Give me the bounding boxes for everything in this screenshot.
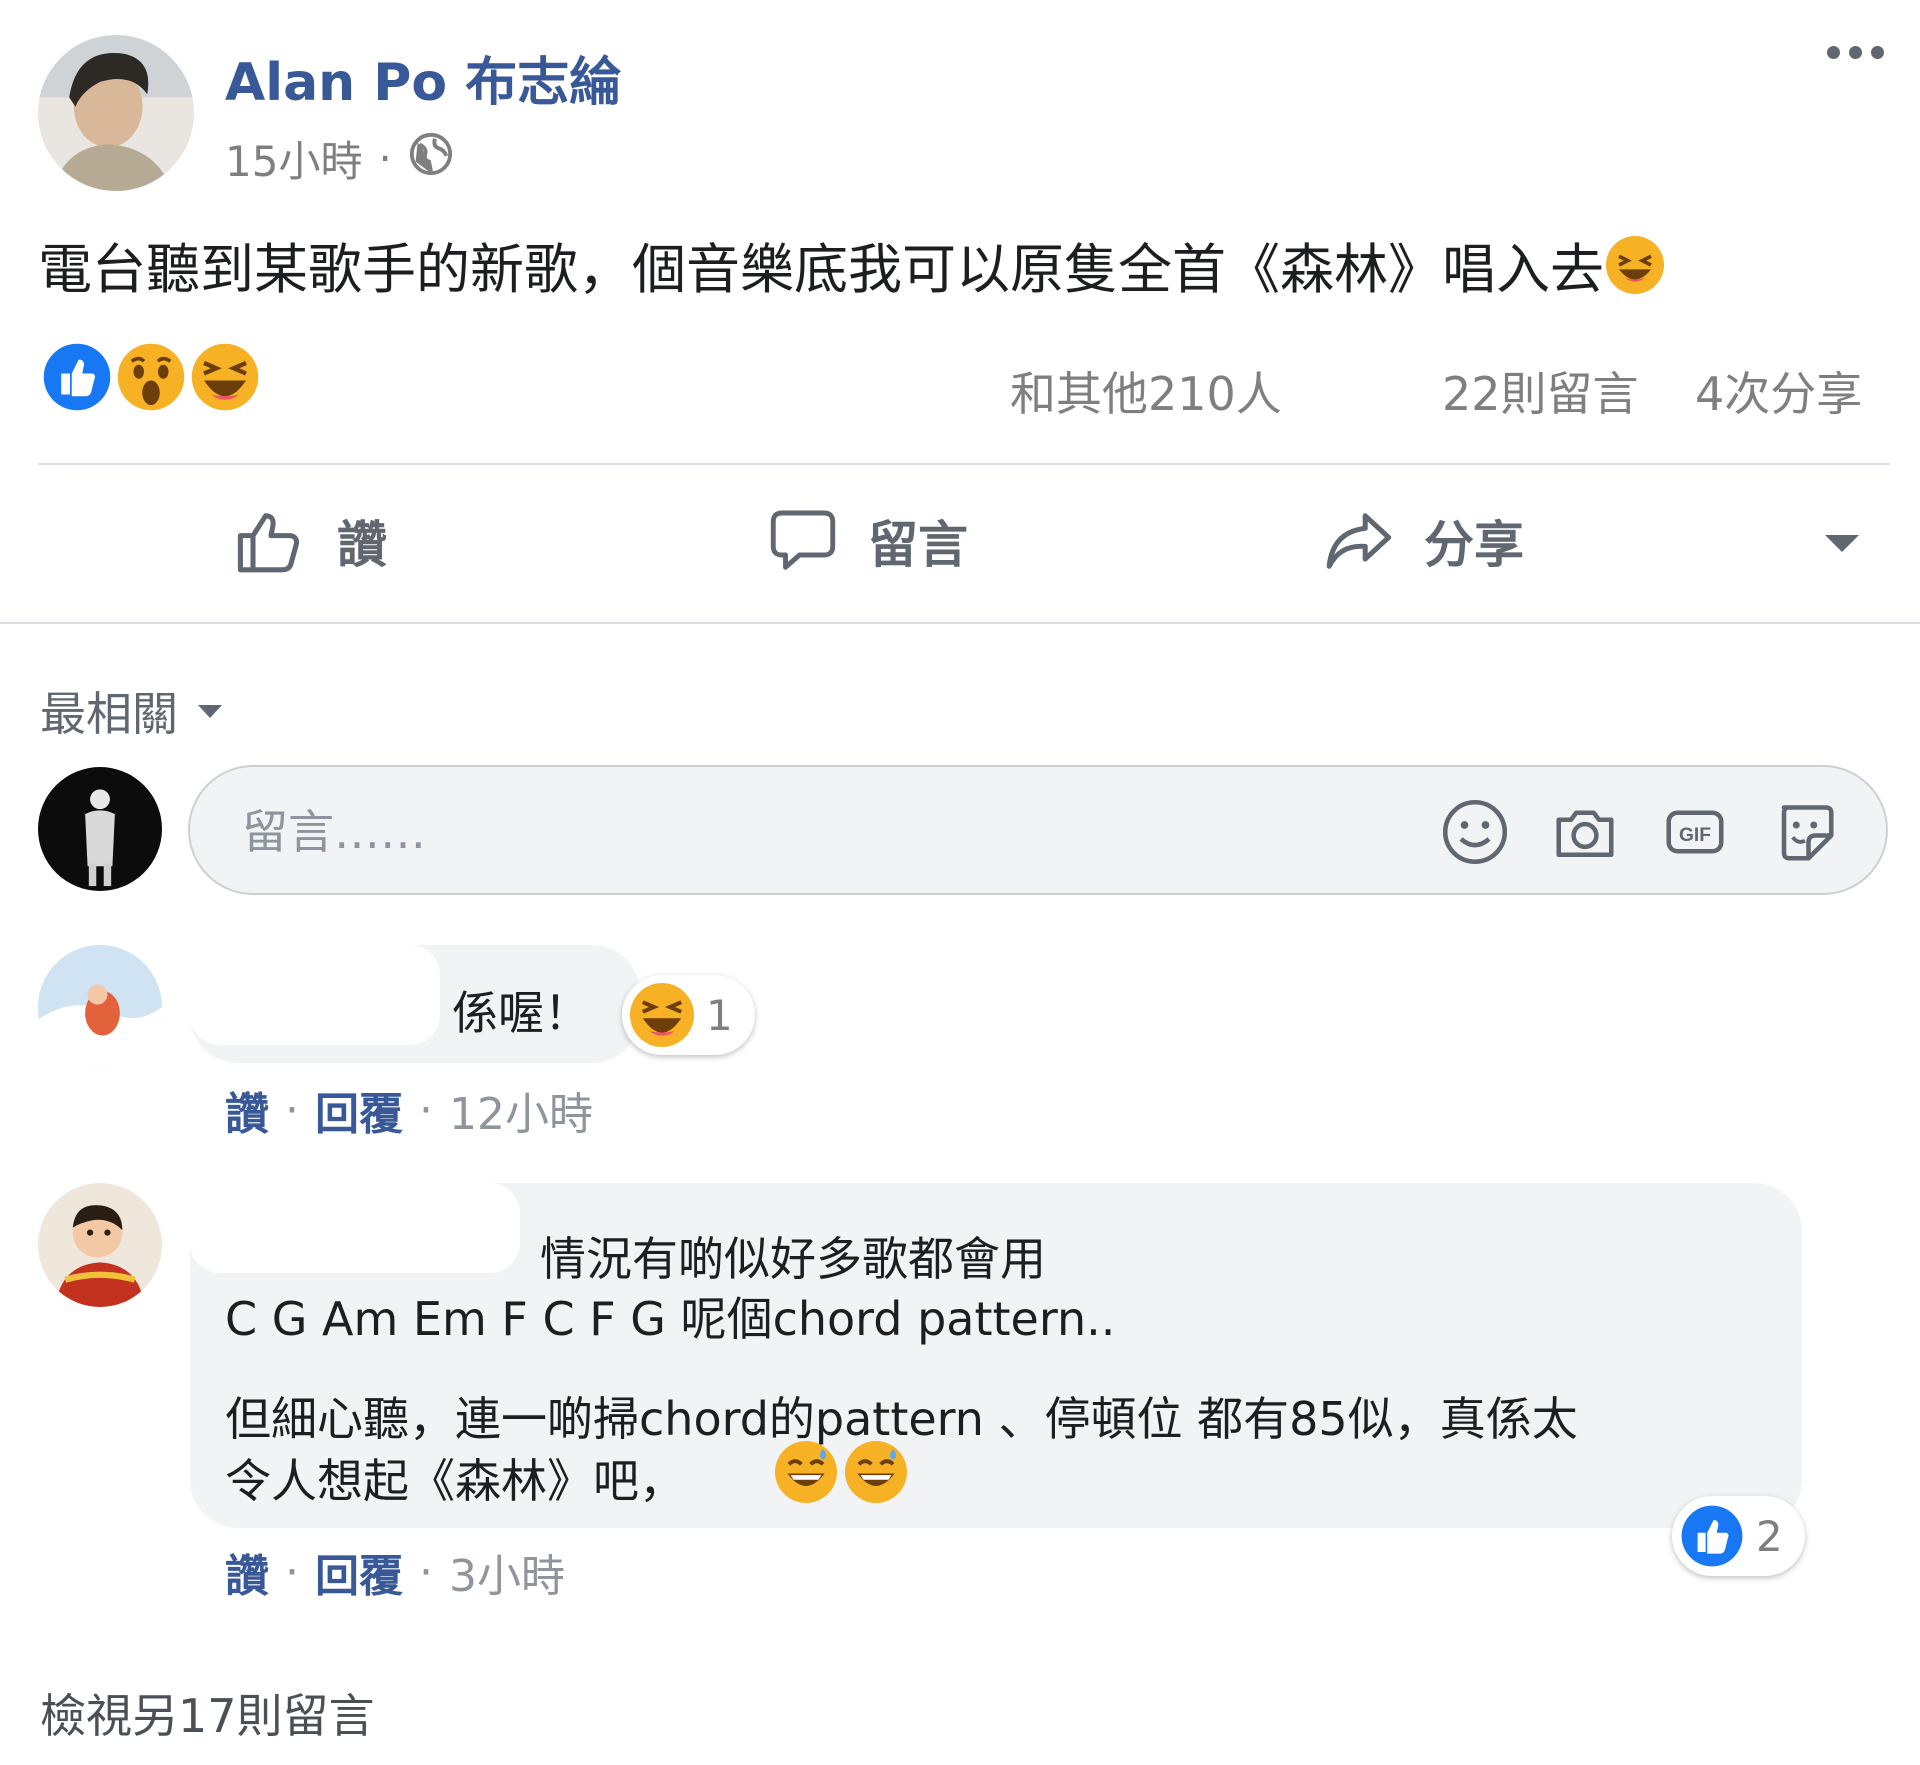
comment-composer[interactable]: GIF <box>188 765 1888 895</box>
gif-icon[interactable]: GIF <box>1660 797 1730 867</box>
like-reaction-icon <box>1680 1504 1744 1568</box>
comment-time[interactable]: 3小時 <box>449 1540 565 1604</box>
comment-like-link[interactable]: 讚 <box>225 1078 269 1142</box>
haha-reaction-icon <box>630 983 694 1047</box>
comment-button[interactable]: 留言 <box>768 505 968 577</box>
comment-text-line: C G Am Em F C F G 呢個chord pattern.. <box>225 1292 1116 1346</box>
share-arrow-icon <box>1326 513 1392 569</box>
reaction-count: 1 <box>706 990 733 1040</box>
camera-icon[interactable] <box>1550 797 1620 867</box>
grinning-sweat-emoji <box>775 1441 837 1503</box>
comment-actions: 讚 · 回覆 · 3小時 <box>225 1540 565 1604</box>
comments-count[interactable]: 22則留言 <box>1442 358 1639 424</box>
comment-text: 係喔！ <box>452 986 590 1040</box>
comment-reply-link[interactable]: 回覆 <box>315 1078 403 1142</box>
comment-bubble: 係喔！ <box>190 945 640 1063</box>
comment-actions: 讚 · 回覆 · 12小時 <box>225 1078 593 1142</box>
more-dot <box>1849 46 1862 59</box>
commenter-avatar[interactable] <box>38 945 162 1069</box>
redacted-commenter-name <box>190 1183 520 1273</box>
svg-text:GIF: GIF <box>1679 825 1711 846</box>
redacted-commenter-name <box>190 945 440 1045</box>
sticker-icon[interactable] <box>1770 797 1840 867</box>
comment-reply-link[interactable]: 回覆 <box>315 1540 403 1604</box>
view-more-comments-link[interactable]: 檢視另17則留言 <box>40 1680 375 1746</box>
reaction-count: 2 <box>1756 1511 1783 1561</box>
separator: · <box>285 1084 299 1136</box>
grinning-sweat-emoji <box>845 1441 907 1503</box>
commenter-avatar[interactable] <box>38 1183 162 1307</box>
comment-label: 留言 <box>868 516 968 574</box>
comment-like-link[interactable]: 讚 <box>225 1540 269 1604</box>
comment-time[interactable]: 12小時 <box>449 1078 593 1142</box>
post-text-row: 電台聽到某歌手的新歌，個音樂底我可以原隻全首《森林》唱入去 <box>38 225 1664 304</box>
share-label: 分享 <box>1424 516 1524 574</box>
current-user-avatar[interactable] <box>38 767 162 891</box>
more-dot <box>1871 46 1884 59</box>
emoji-icon[interactable] <box>1440 797 1510 867</box>
author-name[interactable]: Alan Po 布志綸 <box>225 40 621 115</box>
post-meta: 15小時 · <box>225 128 454 189</box>
actions-divider <box>0 622 1920 624</box>
reactions-count[interactable]: 和其他210人 <box>1010 358 1282 424</box>
comment-reaction-badge[interactable]: 1 <box>622 975 755 1055</box>
like-button[interactable]: 讚 <box>235 505 387 577</box>
separator: · <box>419 1546 433 1598</box>
meta-separator: · <box>378 134 392 183</box>
chevron-down-icon <box>198 704 222 718</box>
thumbs-up-icon <box>237 513 300 573</box>
share-button[interactable]: 分享 <box>1322 505 1524 577</box>
share-options-dropdown[interactable] <box>1825 535 1859 552</box>
comment-bubble-icon <box>770 510 836 570</box>
like-label: 讚 <box>337 516 387 574</box>
shares-count[interactable]: 4次分享 <box>1695 358 1862 424</box>
comment-bubble: 情況有啲似好多歌都會用 C G Am Em F C F G 呢個chord pa… <box>190 1183 1802 1528</box>
post-text: 電台聽到某歌手的新歌，個音樂底我可以原隻全首《森林》唱入去 <box>38 238 1604 301</box>
globe-icon[interactable] <box>408 131 454 187</box>
more-options-icon[interactable] <box>1827 46 1884 59</box>
comment-text-line: 但細心聽，連一啲掃chord的pattern 、停頓位 都有85似，真係太 <box>225 1392 1578 1446</box>
more-dot <box>1827 46 1840 59</box>
comment-text-line: 令人想起《森林》吧， <box>225 1454 685 1508</box>
stats-divider <box>38 463 1890 465</box>
post-time[interactable]: 15小時 <box>225 128 362 189</box>
comment-reaction-badge[interactable]: 2 <box>1672 1496 1805 1576</box>
reaction-icons[interactable] <box>38 338 264 416</box>
author-avatar[interactable] <box>38 35 194 191</box>
haha-reaction-icon <box>186 338 264 416</box>
comment-text-line: 情況有啲似好多歌都會用 <box>540 1232 1046 1286</box>
sort-label: 最相關 <box>40 687 178 741</box>
separator: · <box>419 1084 433 1136</box>
separator: · <box>285 1546 299 1598</box>
laughing-emoji <box>1606 235 1664 294</box>
like-reaction-icon <box>38 338 116 416</box>
wow-reaction-icon <box>112 338 190 416</box>
comment-sort-dropdown[interactable]: 最相關 <box>40 678 222 744</box>
comment-input[interactable] <box>242 793 1342 871</box>
